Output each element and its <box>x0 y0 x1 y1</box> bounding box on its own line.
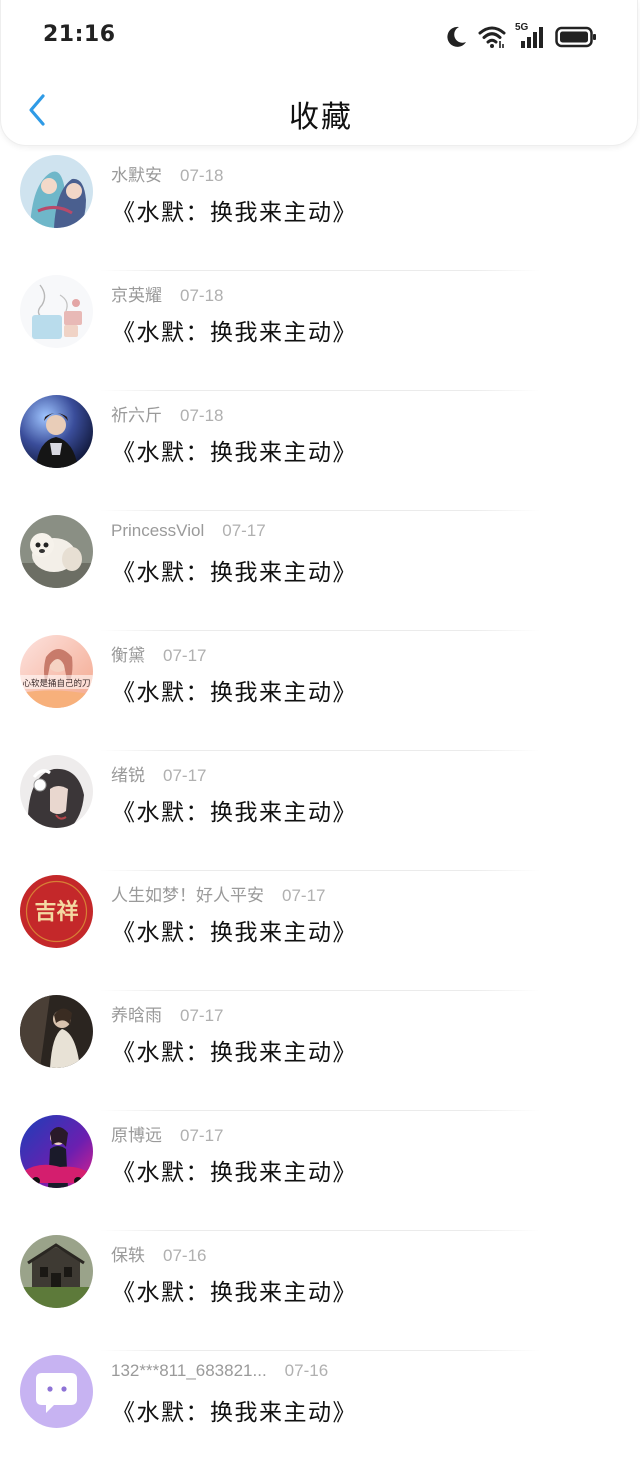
user-name[interactable]: 132***811_683821... <box>111 1361 267 1380</box>
avatar[interactable] <box>20 1115 93 1188</box>
item-title[interactable]: 《水默：换我来主动》 <box>112 793 357 827</box>
list-item[interactable]: 水默安 07-18 《水默：换我来主动》 <box>0 151 640 271</box>
item-date: 07-17 <box>222 521 266 540</box>
avatar[interactable]: 心软是捅自己的刀 <box>20 635 93 708</box>
user-name[interactable]: 养晗雨 <box>111 1006 162 1026</box>
list-item[interactable]: 132***811_683821... 07-16 《水默：换我来主动》 <box>0 1351 640 1471</box>
avatar-caption: 心软是捅自己的刀 <box>22 678 90 689</box>
list-item[interactable]: 保轶 07-16 《水默：换我来主动》 <box>0 1231 640 1351</box>
item-title[interactable]: 《水默：换我来主动》 <box>112 913 357 947</box>
status-time: 21:16 <box>43 22 116 47</box>
avatar[interactable] <box>20 755 93 828</box>
avatar[interactable] <box>20 1355 93 1428</box>
user-name[interactable]: 衡黛 <box>111 646 145 666</box>
item-meta: 京英耀 07-18 <box>111 281 223 306</box>
avatar[interactable] <box>20 1235 93 1308</box>
item-meta: 人生如梦！好人平安 07-17 <box>111 881 325 906</box>
user-name[interactable]: 绪锐 <box>111 766 145 786</box>
item-date: 07-17 <box>163 646 207 665</box>
list-item[interactable]: 吉祥 人生如梦！好人平安 07-17 《水默：换我来主动》 <box>0 871 640 991</box>
item-title[interactable]: 《水默：换我来主动》 <box>112 193 357 227</box>
item-meta: 水默安 07-18 <box>111 161 223 186</box>
top-header: 21:16 5G 收藏 <box>0 0 638 146</box>
item-date: 07-17 <box>282 886 326 905</box>
item-date: 07-16 <box>284 1361 329 1380</box>
avatar[interactable] <box>20 995 93 1068</box>
user-name[interactable]: 保轶 <box>111 1246 145 1266</box>
list-item[interactable]: 养晗雨 07-17 《水默：换我来主动》 <box>0 991 640 1111</box>
list-item[interactable]: 京英耀 07-18 《水默：换我来主动》 <box>0 271 640 391</box>
item-title[interactable]: 《水默：换我来主动》 <box>112 1033 357 1067</box>
network-type-label: 5G <box>515 22 529 33</box>
item-title[interactable]: 《水默：换我来主动》 <box>112 313 357 347</box>
avatar-caption: 吉祥 <box>34 899 78 925</box>
item-meta: PrincessViol 07-17 <box>111 521 266 541</box>
user-name[interactable]: 祈六斤 <box>111 406 162 426</box>
avatar[interactable] <box>20 155 93 228</box>
item-title[interactable]: 《水默：换我来主动》 <box>112 1153 357 1187</box>
avatar[interactable] <box>20 275 93 348</box>
item-date: 07-17 <box>180 1006 224 1025</box>
item-date: 07-18 <box>180 286 224 305</box>
item-title[interactable]: 《水默：换我来主动》 <box>112 1393 357 1427</box>
list-item[interactable]: 绪锐 07-17 《水默：换我来主动》 <box>0 751 640 871</box>
item-meta: 养晗雨 07-17 <box>111 1001 223 1026</box>
wifi-icon <box>477 24 507 50</box>
item-title[interactable]: 《水默：换我来主动》 <box>112 673 357 707</box>
user-name[interactable]: PrincessViol <box>111 521 204 540</box>
user-name[interactable]: 人生如梦！好人平安 <box>111 886 264 906</box>
list-item[interactable]: 心软是捅自己的刀 衡黛 07-17 《水默：换我来主动》 <box>0 631 640 751</box>
list-item[interactable]: 原博远 07-17 《水默：换我来主动》 <box>0 1111 640 1231</box>
avatar[interactable]: 吉祥 <box>20 875 93 948</box>
item-title[interactable]: 《水默：换我来主动》 <box>112 1273 357 1307</box>
cellular-signal-icon: 5G <box>515 22 547 50</box>
item-date: 07-16 <box>163 1246 207 1265</box>
battery-icon <box>555 24 597 50</box>
user-name[interactable]: 水默安 <box>111 166 162 186</box>
item-date: 07-17 <box>163 766 207 785</box>
item-date: 07-18 <box>180 406 224 425</box>
page-title: 收藏 <box>289 100 353 135</box>
avatar[interactable] <box>20 515 93 588</box>
item-meta: 绪锐 07-17 <box>111 761 206 786</box>
item-date: 07-18 <box>180 166 224 185</box>
item-meta: 保轶 07-16 <box>111 1241 206 1266</box>
status-icons: 5G <box>443 22 597 52</box>
item-meta: 祈六斤 07-18 <box>111 401 223 426</box>
avatar[interactable] <box>20 395 93 468</box>
item-meta: 衡黛 07-17 <box>111 641 206 666</box>
item-meta: 132***811_683821... 07-16 <box>111 1361 328 1381</box>
list-item[interactable]: 祈六斤 07-18 《水默：换我来主动》 <box>0 391 640 511</box>
user-name[interactable]: 京英耀 <box>111 286 162 306</box>
favorites-list: 水默安 07-18 《水默：换我来主动》 京英耀 07-18 《水默：换我来主动》 <box>0 151 640 1471</box>
item-title[interactable]: 《水默：换我来主动》 <box>112 553 357 587</box>
item-date: 07-17 <box>180 1126 224 1145</box>
moon-icon <box>443 24 469 50</box>
item-title[interactable]: 《水默：换我来主动》 <box>112 433 357 467</box>
user-name[interactable]: 原博远 <box>111 1126 162 1146</box>
list-item[interactable]: PrincessViol 07-17 《水默：换我来主动》 <box>0 511 640 631</box>
item-meta: 原博远 07-17 <box>111 1121 223 1146</box>
